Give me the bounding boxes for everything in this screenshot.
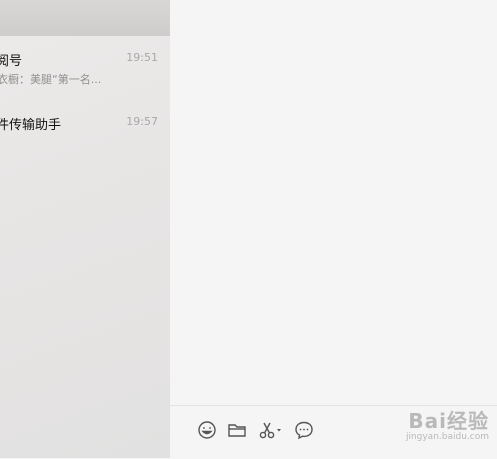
- chat-main-area: [170, 0, 497, 458]
- scissors-icon[interactable]: [256, 419, 284, 441]
- sidebar-header: [0, 0, 170, 36]
- chat-time: 19:51: [126, 51, 158, 64]
- chat-name: 件传输助手: [0, 118, 62, 133]
- chat-preview: 星衣橱：美腿“第一名...: [0, 73, 102, 86]
- emoji-icon[interactable]: [196, 419, 218, 441]
- chat-bubble-icon[interactable]: [293, 419, 315, 441]
- watermark-logo: Bai经验: [408, 409, 489, 433]
- chat-name: 阅号: [0, 54, 23, 69]
- watermark-url: jingyan.baidu.com: [405, 432, 489, 442]
- folder-icon[interactable]: [226, 419, 248, 441]
- chat-list-item[interactable]: 件传输助手 19:57: [0, 114, 170, 168]
- chat-time: 19:57: [126, 115, 158, 128]
- chat-sidebar: 阅号 19:51 星衣橱：美腿“第一名... 件传输助手 19:57: [0, 0, 170, 458]
- baidu-watermark: Bai经验 jingyan.baidu.com: [406, 405, 489, 442]
- chat-list-item[interactable]: 阅号 19:51 星衣橱：美腿“第一名...: [0, 50, 170, 104]
